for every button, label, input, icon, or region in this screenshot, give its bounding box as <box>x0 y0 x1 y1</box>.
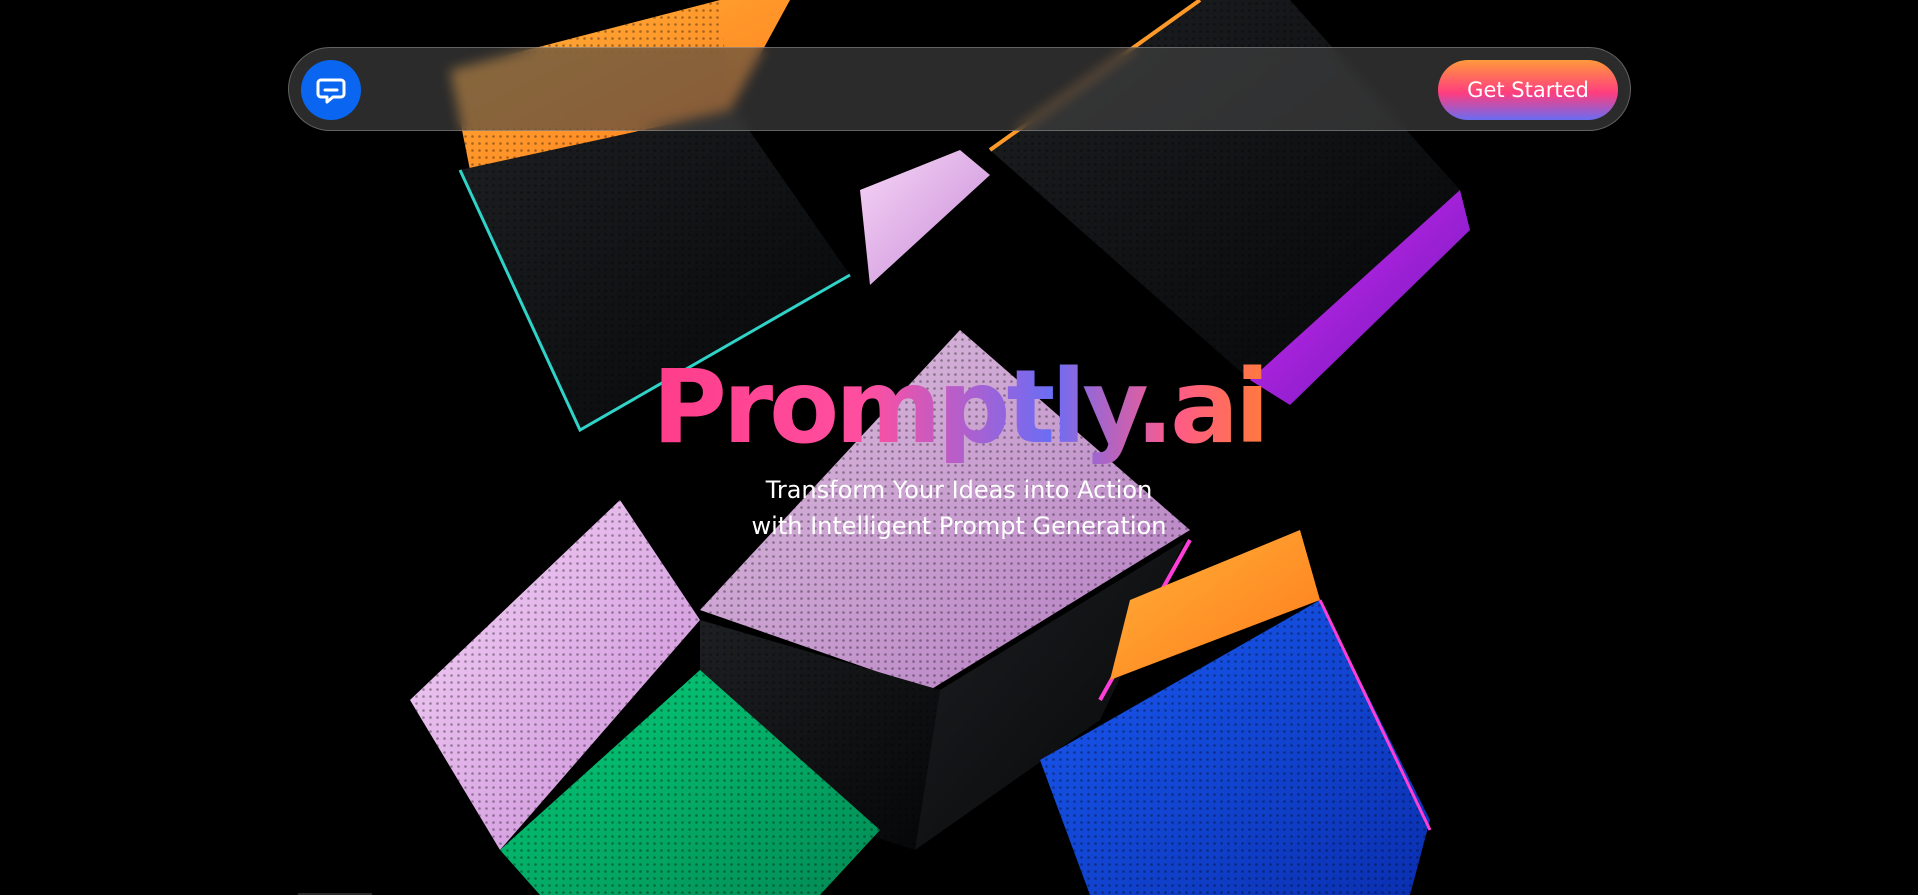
hero-subtitle-line2: with Intelligent Prompt Generation <box>751 512 1167 540</box>
chat-bubble-icon <box>316 78 346 104</box>
brand-title: Promptly.ai <box>0 348 1918 468</box>
brand-title-text: Promptly.ai <box>652 348 1270 467</box>
hero-subtitle-line1: Transform Your Ideas into Action <box>765 476 1153 504</box>
logo-button[interactable] <box>301 60 361 120</box>
hero-section: Get Started Promptly.ai Transform Your I… <box>0 0 1918 895</box>
get-started-button[interactable]: Get Started <box>1438 60 1618 120</box>
navbar: Get Started <box>288 47 1631 131</box>
